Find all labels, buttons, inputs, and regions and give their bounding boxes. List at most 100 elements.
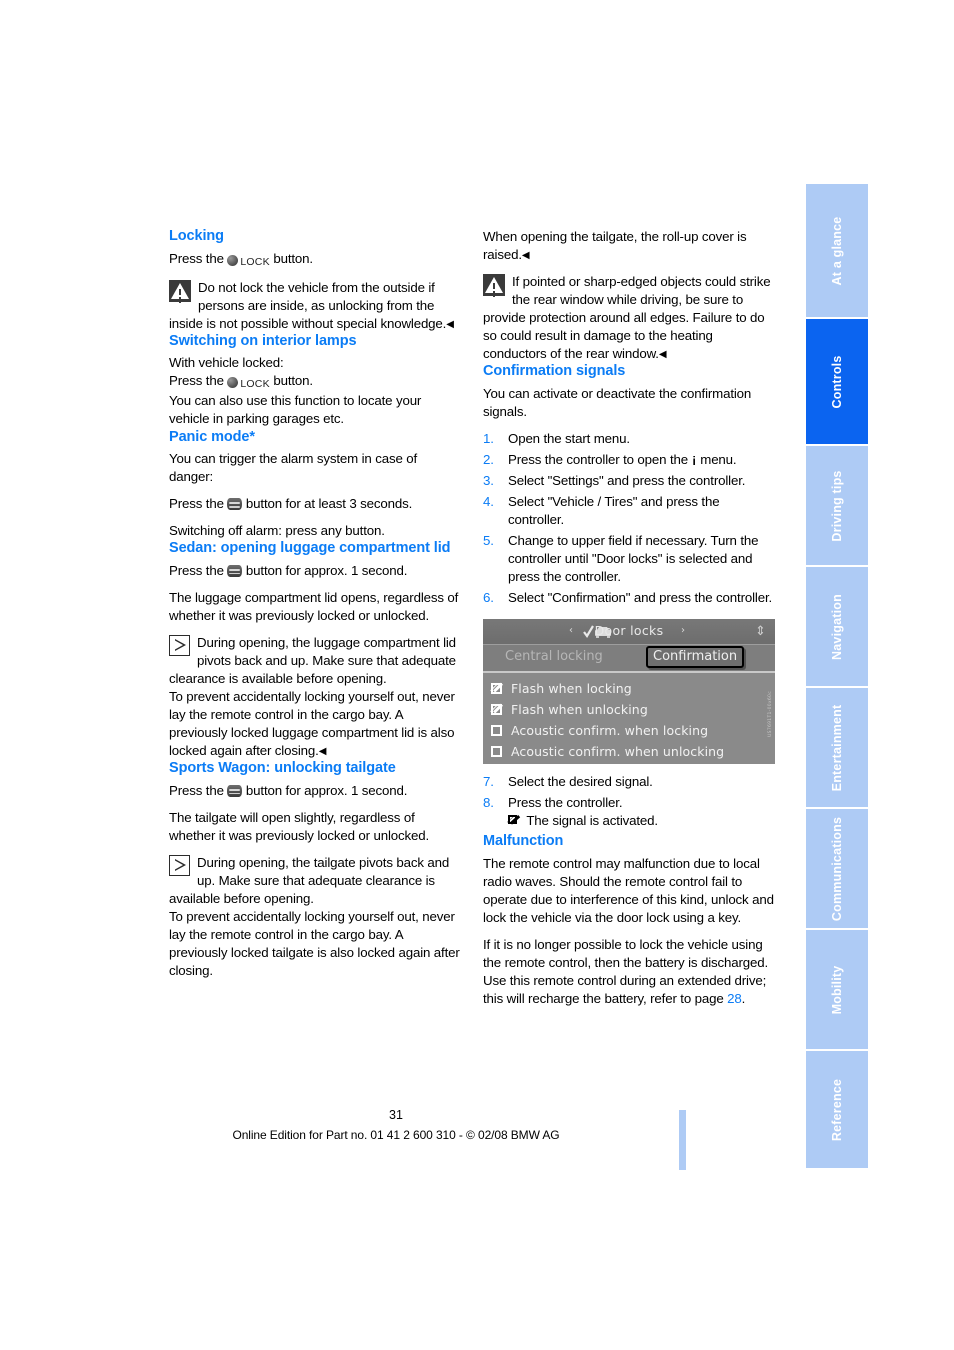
sedan-luggage-press-line: Press the button for approx. 1 second. <box>169 562 461 580</box>
heading-malfunction: Malfunction <box>483 833 564 850</box>
note-text: During opening, the luggage compartment … <box>169 634 456 687</box>
step-number: 5. <box>483 533 494 549</box>
idrive-screenshot-figure: ‹ Door locks › ⇕ Central locking Confirm… <box>483 619 775 765</box>
lock-button-icon: LOCK <box>227 252 270 270</box>
locking-press-line: Press the LOCK button. <box>169 250 461 270</box>
lock-dot-icon <box>227 377 239 389</box>
warning-block-locking: Do not lock the vehicle from the outside… <box>169 279 461 333</box>
lock-button-label: LOCK <box>240 378 270 391</box>
text-fragment: Press the <box>169 496 228 512</box>
warning-text: If pointed or sharp-edged objects could … <box>483 274 771 362</box>
scroll-indicator-icon[interactable]: ⇕ <box>754 623 767 640</box>
text-fragment: button for approx. 1 second. <box>242 782 408 798</box>
tab-label: Communications <box>830 816 844 921</box>
rollup-cover-line1: When opening the tailgate, the roll-up c… <box>483 228 775 264</box>
list-item: 5. Change to upper field if necessary. T… <box>483 532 775 586</box>
lock-button-icon: LOCK <box>227 374 270 392</box>
idrive-tab-confirmation[interactable]: Confirmation <box>646 646 745 669</box>
step-number: 8. <box>483 795 494 811</box>
note-triangle-icon <box>169 634 190 656</box>
tab-label: Entertainment <box>830 704 844 791</box>
checkbox-checked-icon[interactable] <box>491 703 504 716</box>
idrive-titlebar: ‹ Door locks › ⇕ <box>483 619 775 646</box>
footer-imprint: Online Edition for Part no. 01 41 2 600 … <box>232 1128 560 1142</box>
tab-controls[interactable]: Controls <box>806 317 868 444</box>
step-text: Select "Settings" and press the controll… <box>508 473 746 489</box>
panic-mode-press-line: Press the button for at least 3 seconds. <box>169 495 461 513</box>
tab-entertainment[interactable]: Entertainment <box>806 686 868 807</box>
list-item: 8. Press the controller. The signal is a… <box>483 794 775 830</box>
checkbox-checked-icon <box>508 814 523 827</box>
step-text-before: Press the controller to open the <box>508 451 692 467</box>
substep-text: The signal is activated. <box>526 813 658 829</box>
note-block-sedan-luggage: During opening, the luggage compartment … <box>169 634 461 688</box>
end-of-note-marker: ◀ <box>446 318 454 330</box>
idrive-option-list: Flash when locking Flash when unlocking … <box>483 673 775 763</box>
text-fragment: If it is no longer possible to lock the … <box>483 937 769 1007</box>
heading-locking: Locking <box>169 228 224 244</box>
tab-mobility[interactable]: Mobility <box>806 928 868 1049</box>
idrive-title: Door locks <box>594 623 664 639</box>
chevron-right-icon[interactable]: › <box>681 625 685 636</box>
step-text-after: menu. <box>696 451 737 467</box>
confirmation-steps-list-continued: 7. Select the desired signal. 8. Press t… <box>483 773 775 830</box>
heading-panic-mode: Panic mode* <box>169 428 255 445</box>
tab-at-a-glance[interactable]: At a glance <box>806 184 868 317</box>
list-item[interactable]: Acoustic confirm. when locking <box>491 720 775 741</box>
figure-watermark: US7691T1-00x60c <box>768 691 773 738</box>
tab-driving-tips[interactable]: Driving tips <box>806 444 868 565</box>
page-reference-link[interactable]: 28 <box>727 991 742 1006</box>
section-tab-rail: At a glance Controls Driving tips Naviga… <box>806 184 868 1168</box>
step-text: Select "Vehicle / Tires" and press the c… <box>508 494 720 528</box>
end-of-note-marker: ◀ <box>521 250 530 262</box>
text-fragment: button. <box>269 250 313 266</box>
text-fragment: Press the <box>169 250 228 266</box>
malfunction-paragraph-1: The remote control may malfunction due t… <box>483 855 774 925</box>
step-text: Press the controller. <box>508 795 623 811</box>
list-item[interactable]: Acoustic confirm. when unlocking <box>491 741 775 762</box>
sports-wagon-line1: The tailgate will open slightly, regardl… <box>169 809 430 843</box>
list-item: 2. Press the controller to open the i me… <box>483 451 775 469</box>
tab-label: Controls <box>830 355 844 408</box>
confirmation-steps-list: 1. Open the start menu. 2. Press the con… <box>483 430 775 607</box>
warning-triangle-icon <box>483 274 505 297</box>
list-item: 7. Select the desired signal. <box>483 773 775 791</box>
list-item: 3. Select "Settings" and press the contr… <box>483 472 775 490</box>
interior-lamps-line1: With vehicle locked: <box>169 355 284 371</box>
tab-navigation[interactable]: Navigation <box>806 565 868 686</box>
step-number: 6. <box>483 590 494 606</box>
warning-text: Do not lock the vehicle from the outside… <box>169 279 447 331</box>
checkbox-unchecked-icon[interactable] <box>491 746 504 758</box>
tab-label: Navigation <box>830 593 844 660</box>
content-column-left: Locking Press the LOCK button. Do not lo… <box>169 228 461 980</box>
interior-lamps-press-line: Press the LOCK button. <box>169 372 461 392</box>
lock-button-label: LOCK <box>240 255 270 268</box>
lock-dot-icon <box>227 254 239 266</box>
panic-mode-line2: Switching off alarm: press any button. <box>169 523 385 539</box>
checkbox-unchecked-icon[interactable] <box>491 725 504 737</box>
option-label: Flash when unlocking <box>511 702 648 718</box>
warning-triangle-icon <box>169 279 191 302</box>
option-label: Acoustic confirm. when unlocking <box>511 744 725 760</box>
interior-lamps-line2: You can also use this function to locate… <box>169 393 422 427</box>
confirmation-intro: You can activate or deactivate the confi… <box>483 385 752 419</box>
heading-confirmation-signals: Confirmation signals <box>483 363 626 380</box>
page-number: 31 <box>389 1108 403 1122</box>
footer-accent-bar <box>679 1110 686 1170</box>
text-fragment: button. <box>269 373 313 389</box>
text-fragment: button for at least 3 seconds. <box>242 496 413 512</box>
list-item[interactable]: Flash when locking <box>491 678 775 699</box>
tab-communications[interactable]: Communications <box>806 807 868 928</box>
step-number: 1. <box>483 430 494 446</box>
tab-label: Driving tips <box>830 469 844 542</box>
trunk-button-icon <box>227 564 243 577</box>
text-fragment: Press the <box>169 782 228 798</box>
list-item[interactable]: Flash when unlocking <box>491 699 775 720</box>
tab-reference[interactable]: Reference <box>806 1049 868 1168</box>
step-text: Open the start menu. <box>508 430 630 446</box>
sports-wagon-note2: To prevent accidentally locking yourself… <box>169 908 460 978</box>
idrive-tab-row: Central locking Confirmation <box>483 645 775 674</box>
option-label: Acoustic confirm. when locking <box>511 723 709 739</box>
idrive-tab-central-locking[interactable]: Central locking <box>505 649 603 664</box>
checkbox-checked-icon[interactable] <box>491 682 504 695</box>
